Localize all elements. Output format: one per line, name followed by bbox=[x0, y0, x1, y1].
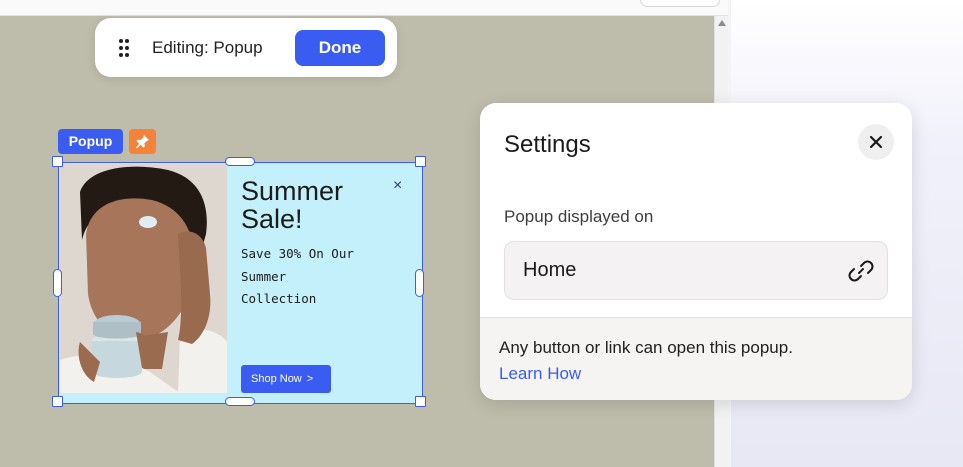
close-settings-button[interactable] bbox=[858, 124, 894, 160]
editing-label: Editing: Popup bbox=[152, 38, 263, 57]
editing-toolbar: Editing: Popup Done bbox=[95, 18, 397, 77]
popup-title: Summer Sale! bbox=[241, 177, 391, 233]
popup-title-line1: Summer bbox=[241, 176, 344, 206]
popup-title-line2: Sale! bbox=[241, 204, 303, 234]
popup-image[interactable] bbox=[60, 164, 227, 393]
popup-tag[interactable]: Popup bbox=[58, 129, 123, 154]
popup-container[interactable]: Summer Sale! × Save 30% On Our Summer Co… bbox=[52, 156, 426, 407]
resize-handle-top-left[interactable] bbox=[52, 156, 63, 167]
drag-handle-icon[interactable] bbox=[119, 39, 129, 57]
footer-help-text: Any button or link can open this popup. bbox=[499, 338, 793, 357]
woman-skincare-photo bbox=[60, 164, 227, 393]
resize-handle-bottom-left[interactable] bbox=[52, 396, 63, 407]
resize-handle-left[interactable] bbox=[53, 269, 62, 297]
link-icon[interactable] bbox=[847, 257, 875, 285]
shop-now-label: Shop Now bbox=[251, 373, 302, 385]
done-button[interactable]: Done bbox=[295, 30, 385, 66]
settings-panel: Settings Popup displayed on Home Any but… bbox=[480, 103, 912, 400]
settings-footer: Any button or link can open this popup. … bbox=[480, 317, 912, 400]
resize-handle-top[interactable] bbox=[225, 157, 255, 166]
popup-displayed-on-label: Popup displayed on bbox=[504, 207, 654, 226]
displayed-on-page-value: Home bbox=[523, 259, 577, 281]
resize-handle-top-right[interactable] bbox=[415, 156, 426, 167]
popup-subtitle-line3: Collection bbox=[241, 291, 317, 306]
resize-handle-bottom-right[interactable] bbox=[415, 396, 426, 407]
resize-handle-right[interactable] bbox=[415, 269, 424, 297]
pin-button[interactable] bbox=[129, 129, 156, 154]
top-ruler-strip bbox=[0, 0, 728, 16]
close-icon bbox=[869, 135, 883, 149]
popup-subtitle-line2: Summer bbox=[241, 268, 287, 284]
shop-now-button[interactable]: Shop Now > bbox=[241, 365, 331, 393]
chevron-right-icon: > bbox=[306, 373, 314, 385]
settings-title: Settings bbox=[504, 131, 591, 158]
popup-subtitle-line1: Save 30% On Our bbox=[241, 246, 354, 261]
popup-close-icon[interactable]: × bbox=[393, 177, 402, 195]
resize-handle-bottom[interactable] bbox=[225, 397, 255, 406]
top-tab[interactable] bbox=[640, 0, 720, 7]
displayed-on-page-field[interactable]: Home bbox=[504, 241, 888, 300]
scroll-up-arrow-icon[interactable] bbox=[718, 20, 726, 26]
learn-how-link[interactable]: Learn How bbox=[499, 364, 581, 384]
pin-icon bbox=[135, 134, 150, 149]
popup-subtitle: Save 30% On Our Summer Collection bbox=[241, 243, 371, 311]
